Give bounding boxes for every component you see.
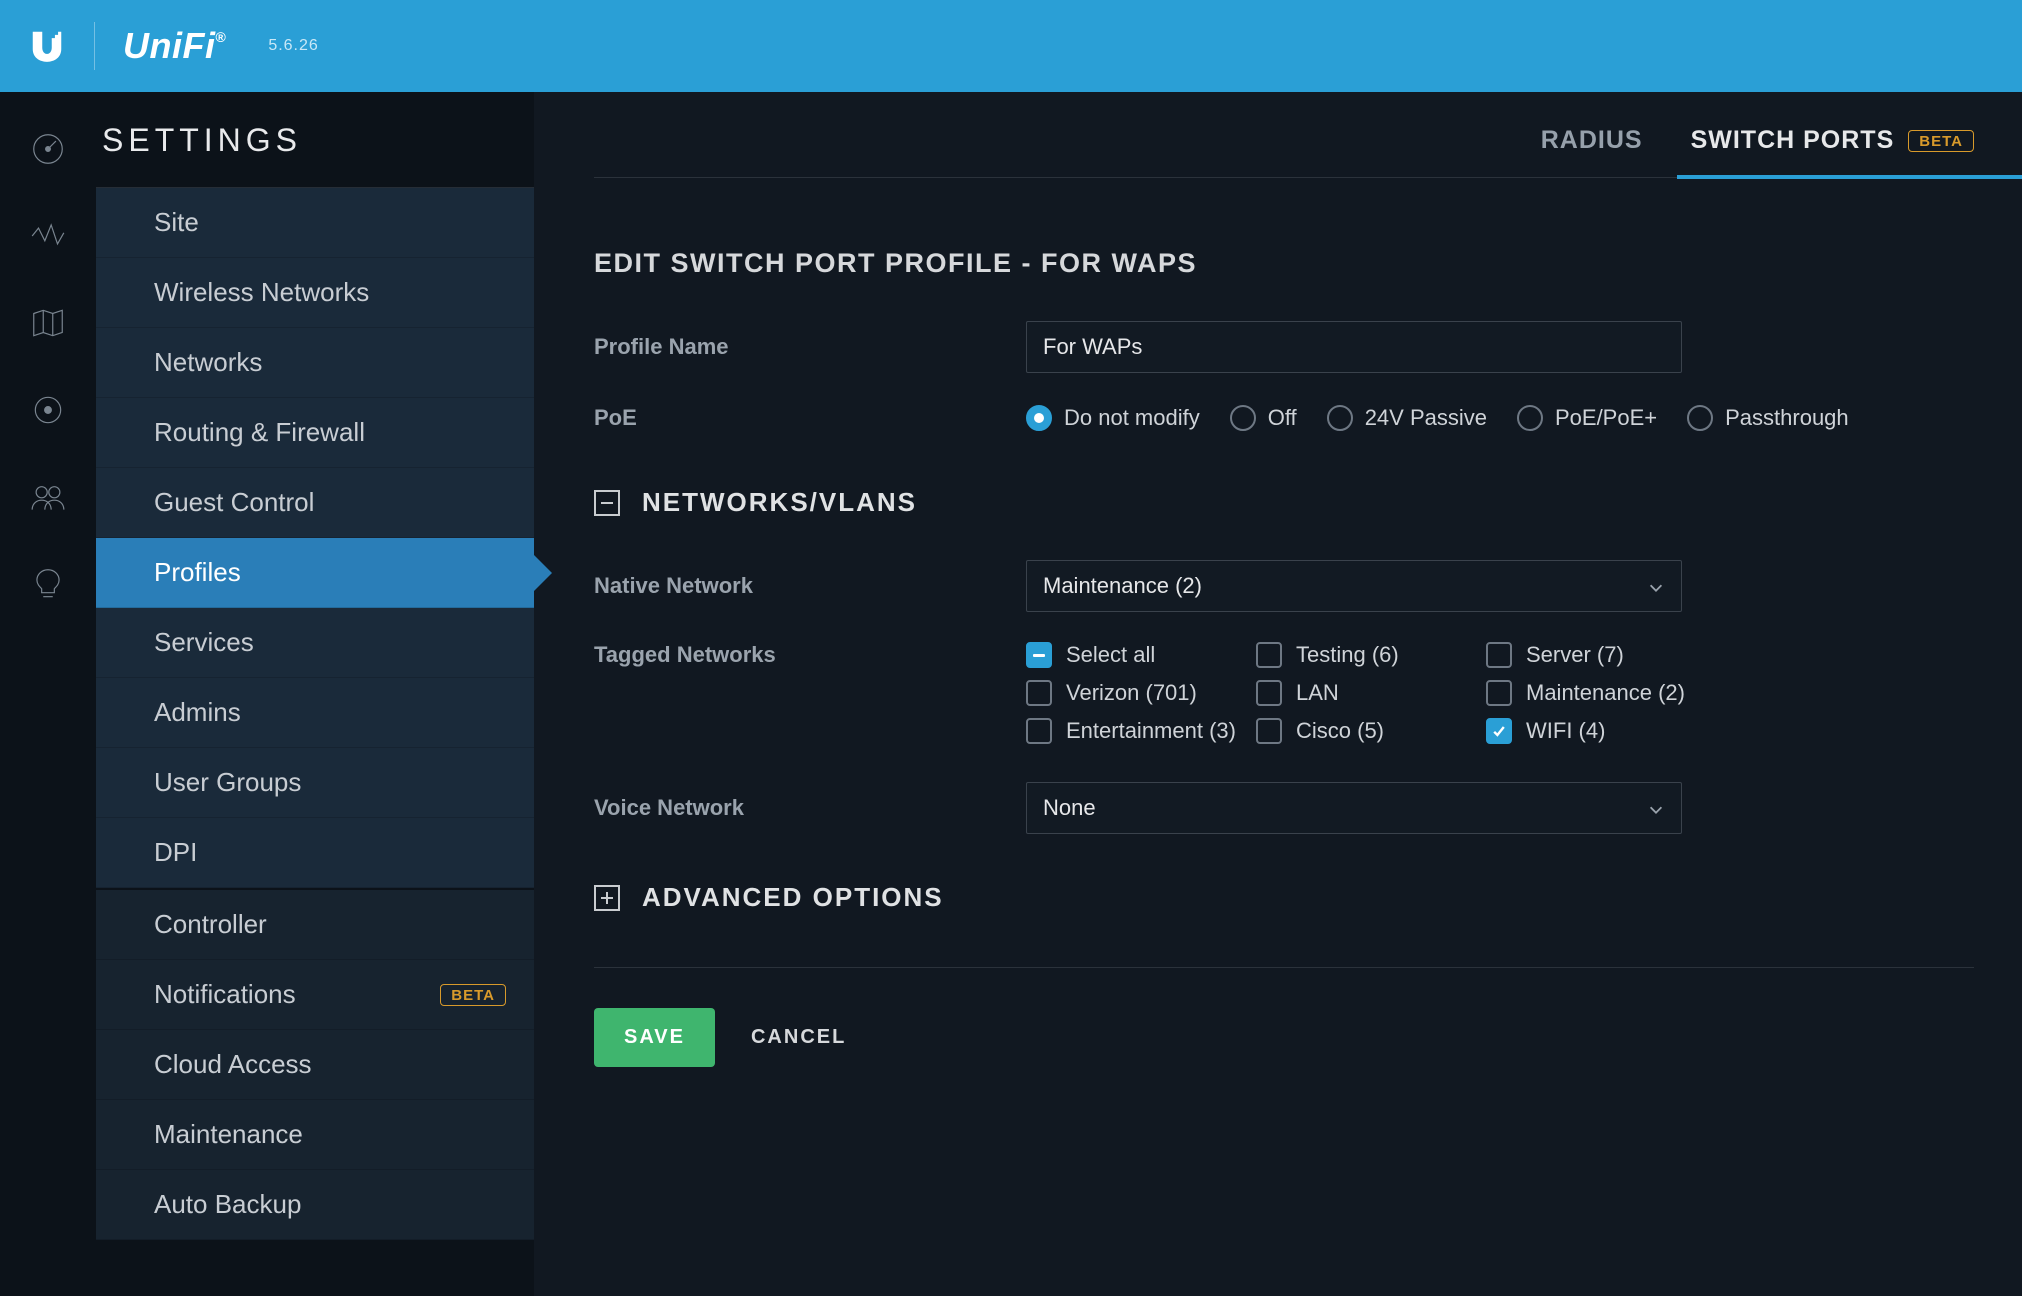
sidebar-item-profiles[interactable]: Profiles bbox=[96, 538, 534, 608]
native-network-label: Native Network bbox=[594, 573, 1026, 599]
brand-label: UniFi® bbox=[123, 25, 226, 67]
rail-dashboard-icon[interactable] bbox=[29, 130, 67, 173]
page-heading: EDIT SWITCH PORT PROFILE - FOR WAPS bbox=[594, 248, 1974, 279]
settings-nav: Site Wireless Networks Networks Routing … bbox=[96, 188, 534, 1240]
tagged-cisco-checkbox[interactable]: Cisco (5) bbox=[1256, 718, 1476, 744]
tagged-testing-checkbox[interactable]: Testing (6) bbox=[1256, 642, 1476, 668]
settings-title: SETTINGS bbox=[96, 122, 534, 188]
poe-label: PoE bbox=[594, 405, 1026, 431]
sidebar-item-services[interactable]: Services bbox=[96, 608, 534, 678]
sidebar-item-cloud-access[interactable]: Cloud Access bbox=[96, 1030, 534, 1100]
main-content: RADIUS SWITCH PORTSBETA EDIT SWITCH PORT… bbox=[534, 92, 2022, 1296]
poe-do-not-modify-radio[interactable]: Do not modify bbox=[1026, 405, 1200, 431]
version-label: 5.6.26 bbox=[268, 37, 318, 55]
tagged-networks-group: Select all Testing (6) Server (7) Verizo… bbox=[1026, 642, 1974, 744]
divider bbox=[594, 967, 1974, 968]
voice-network-select[interactable]: None bbox=[1026, 782, 1682, 834]
rail-map-icon[interactable] bbox=[29, 304, 67, 347]
chevron-down-icon bbox=[1647, 577, 1665, 595]
sidebar-item-site[interactable]: Site bbox=[96, 188, 534, 258]
poe-24v-passive-radio[interactable]: 24V Passive bbox=[1327, 405, 1487, 431]
profile-name-label: Profile Name bbox=[594, 334, 1026, 360]
rail-insights-icon[interactable] bbox=[29, 391, 67, 434]
tagged-select-all-checkbox[interactable]: Select all bbox=[1026, 642, 1246, 668]
sidebar-item-networks[interactable]: Networks bbox=[96, 328, 534, 398]
ubiquiti-logo-icon bbox=[28, 27, 66, 65]
chevron-down-icon bbox=[1647, 799, 1665, 817]
sidebar-item-admins[interactable]: Admins bbox=[96, 678, 534, 748]
rail-clients-icon[interactable] bbox=[29, 478, 67, 521]
section-advanced-title: ADVANCED OPTIONS bbox=[642, 882, 944, 913]
section-networks-title: NETWORKS/VLANS bbox=[642, 487, 917, 518]
rail-stats-icon[interactable] bbox=[29, 217, 67, 260]
expand-advanced-icon[interactable] bbox=[594, 885, 620, 911]
poe-off-radio[interactable]: Off bbox=[1230, 405, 1297, 431]
cancel-button[interactable]: CANCEL bbox=[751, 1026, 846, 1049]
profile-name-input[interactable] bbox=[1026, 321, 1682, 373]
beta-badge: BETA bbox=[1908, 130, 1974, 152]
save-button[interactable]: SAVE bbox=[594, 1008, 715, 1067]
poe-poe-plus-radio[interactable]: PoE/PoE+ bbox=[1517, 405, 1657, 431]
sidebar-item-controller[interactable]: Controller bbox=[96, 890, 534, 960]
voice-network-label: Voice Network bbox=[594, 795, 1026, 821]
sidebar-item-maintenance[interactable]: Maintenance bbox=[96, 1100, 534, 1170]
tagged-server-checkbox[interactable]: Server (7) bbox=[1486, 642, 1726, 668]
icon-rail bbox=[0, 92, 96, 1296]
tabs: RADIUS SWITCH PORTSBETA bbox=[594, 126, 1974, 178]
sidebar-item-auto-backup[interactable]: Auto Backup bbox=[96, 1170, 534, 1240]
tagged-wifi-checkbox[interactable]: WIFI (4) bbox=[1486, 718, 1726, 744]
topbar-divider bbox=[94, 22, 95, 70]
tagged-entertainment-checkbox[interactable]: Entertainment (3) bbox=[1026, 718, 1246, 744]
tab-radius[interactable]: RADIUS bbox=[1541, 126, 1643, 155]
settings-sidebar: SETTINGS Site Wireless Networks Networks… bbox=[96, 92, 534, 1296]
poe-passthrough-radio[interactable]: Passthrough bbox=[1687, 405, 1849, 431]
collapse-networks-icon[interactable] bbox=[594, 490, 620, 516]
beta-badge: BETA bbox=[440, 984, 506, 1006]
poe-radio-group: Do not modify Off 24V Passive PoE/PoE+ P… bbox=[1026, 405, 1974, 431]
tagged-lan-checkbox[interactable]: LAN bbox=[1256, 680, 1476, 706]
tab-switch-ports[interactable]: SWITCH PORTSBETA bbox=[1691, 126, 1974, 155]
rail-tips-icon[interactable] bbox=[29, 565, 67, 608]
sidebar-item-dpi[interactable]: DPI bbox=[96, 818, 534, 888]
tagged-networks-label: Tagged Networks bbox=[594, 642, 1026, 668]
sidebar-item-routing-firewall[interactable]: Routing & Firewall bbox=[96, 398, 534, 468]
tagged-verizon-checkbox[interactable]: Verizon (701) bbox=[1026, 680, 1246, 706]
tagged-maintenance-checkbox[interactable]: Maintenance (2) bbox=[1486, 680, 1726, 706]
sidebar-item-user-groups[interactable]: User Groups bbox=[96, 748, 534, 818]
top-bar: UniFi® 5.6.26 bbox=[0, 0, 2022, 92]
sidebar-item-wireless-networks[interactable]: Wireless Networks bbox=[96, 258, 534, 328]
sidebar-item-guest-control[interactable]: Guest Control bbox=[96, 468, 534, 538]
sidebar-item-notifications[interactable]: NotificationsBETA bbox=[96, 960, 534, 1030]
native-network-select[interactable]: Maintenance (2) bbox=[1026, 560, 1682, 612]
